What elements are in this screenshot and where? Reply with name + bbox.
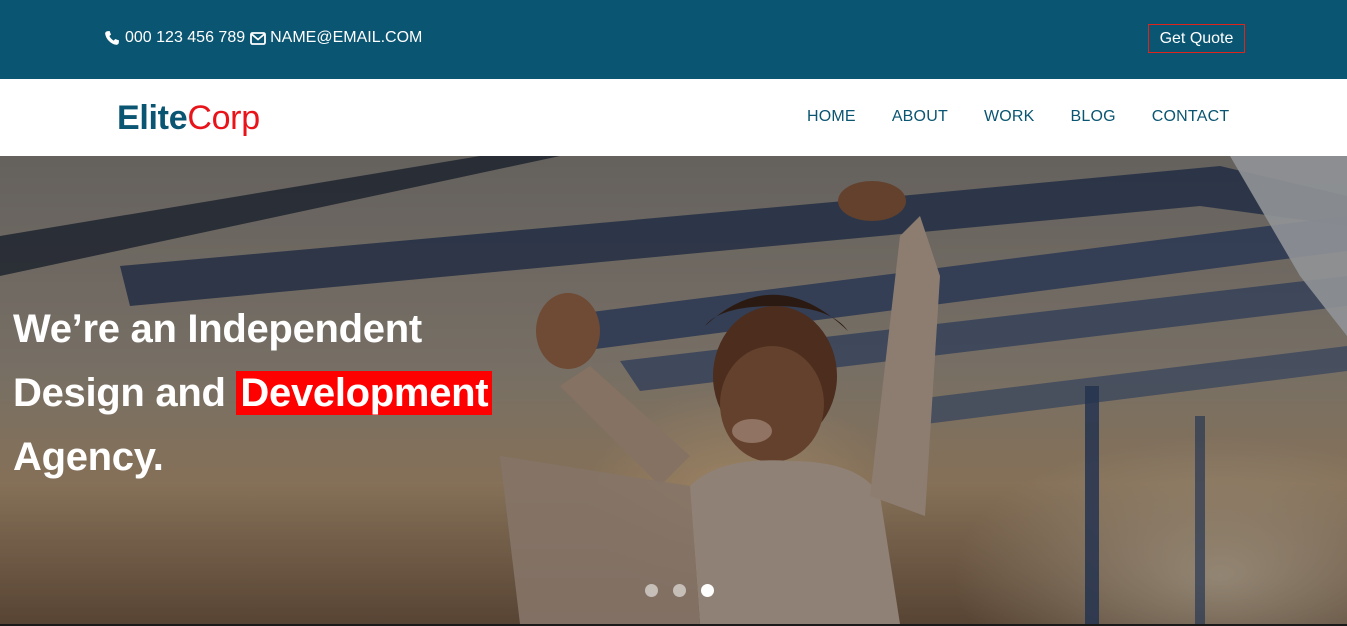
headline-highlight: Development [236,371,493,415]
phone-number: 000 123 456 789 [125,29,246,46]
get-quote-button[interactable]: Get Quote [1148,24,1245,53]
phone-contact[interactable]: 000 123 456 789 [104,29,245,47]
logo-elite: Elite [117,99,188,137]
slider-dot-2[interactable] [673,584,686,597]
nav-blog-link[interactable]: BLOG [1071,108,1116,126]
hero-headline: We’re an Independent Design and Developm… [13,297,493,489]
contact-info: 000 123 456 789 NAME@EMAIL.COM [104,29,422,47]
headline-line-3: Agency. [13,435,164,479]
nav-home-link[interactable]: HOME [807,108,856,126]
email-contact[interactable]: NAME@EMAIL.COM [245,29,422,47]
slider-dots [645,584,729,597]
nav-contact-link[interactable]: CONTACT [1152,108,1230,126]
envelope-icon [250,31,267,45]
nav-menu: HOME ABOUT WORK BLOG CONTACT [807,108,1265,126]
logo-corp: Corp [187,99,260,137]
site-logo[interactable]: EliteCorp [117,98,260,138]
headline-line-2: Design and [13,371,226,415]
main-navbar: EliteCorp HOME ABOUT WORK BLOG CONTACT [0,79,1347,156]
nav-about-link[interactable]: ABOUT [892,108,948,126]
top-bar: 000 123 456 789 NAME@EMAIL.COM Get Quote [0,0,1347,79]
slider-dot-3[interactable] [701,584,714,597]
email-address: NAME@EMAIL.COM [270,29,423,46]
slider-dot-1[interactable] [645,584,658,597]
phone-icon [104,30,120,46]
headline-line-1: We’re an Independent [13,307,422,351]
nav-work-link[interactable]: WORK [984,108,1035,126]
hero-slider: We’re an Independent Design and Developm… [0,156,1347,624]
